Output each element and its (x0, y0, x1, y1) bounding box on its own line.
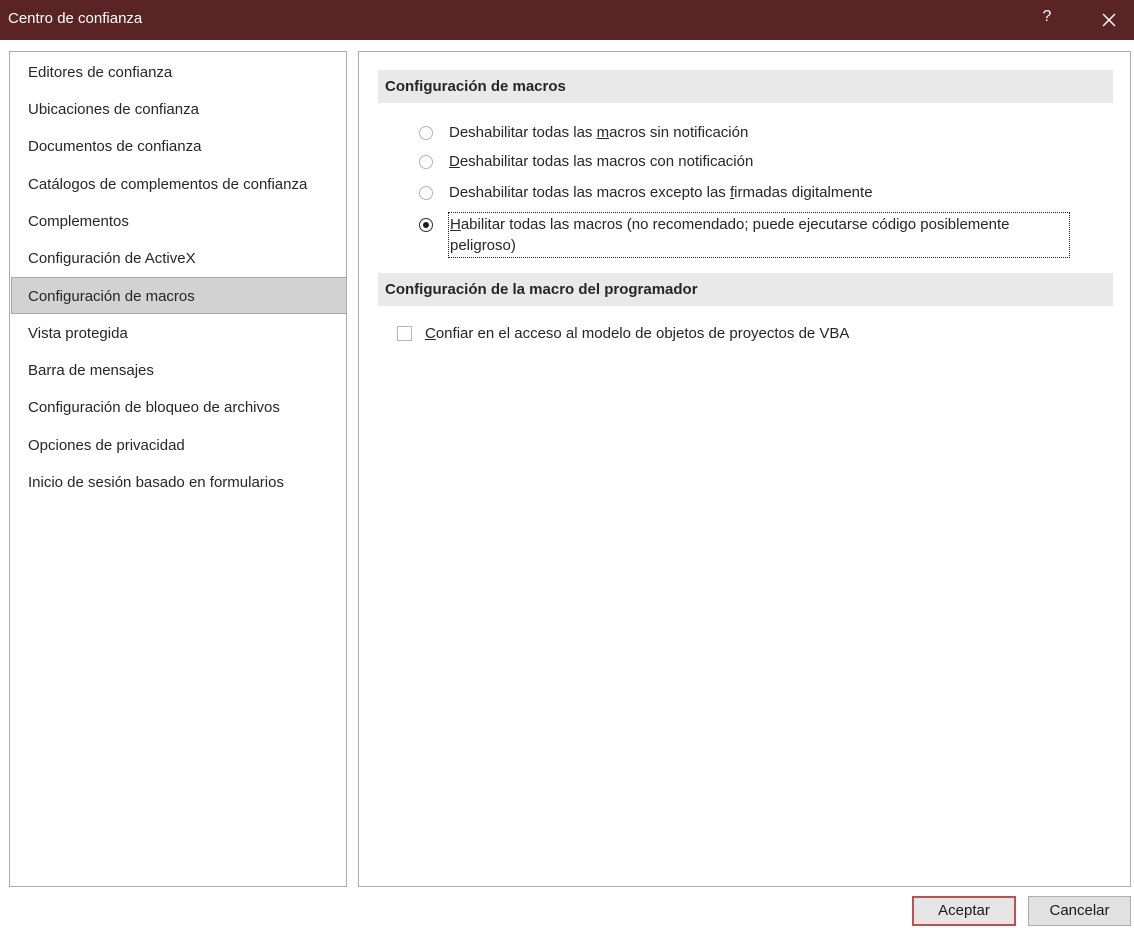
nav-item-editores[interactable]: Editores de confianza (11, 54, 347, 91)
nav-item-barra-mensajes[interactable]: Barra de mensajes (11, 352, 347, 389)
help-button[interactable]: ? (1037, 8, 1057, 30)
developer-settings-header: Configuración de la macro del programado… (378, 273, 1113, 306)
nav-item-vista-protegida[interactable]: Vista protegida (11, 315, 347, 352)
radio-label: Deshabilitar todas las macros con notifi… (449, 153, 754, 170)
nav-item-activex[interactable]: Configuración de ActiveX (11, 240, 347, 277)
ok-button[interactable]: Aceptar (912, 896, 1016, 926)
close-button[interactable] (1095, 6, 1123, 34)
nav-item-documentos[interactable]: Documentos de confianza (11, 128, 347, 165)
nav-item-ubicaciones[interactable]: Ubicaciones de confianza (11, 91, 347, 128)
checkbox[interactable] (397, 326, 412, 341)
radio-button-selected[interactable] (419, 218, 433, 232)
radio-label: Deshabilitar todas las macros sin notifi… (449, 124, 749, 141)
radio-label: Deshabilitar todas las macros excepto la… (449, 184, 873, 201)
checkbox-label: Confiar en el acceso al modelo de objeto… (425, 325, 850, 342)
nav-item-complementos[interactable]: Complementos (11, 203, 347, 240)
nav-item-macros[interactable]: Configuración de macros (11, 277, 347, 314)
window-title: Centro de confianza (8, 10, 143, 27)
cancel-button[interactable]: Cancelar (1028, 896, 1131, 926)
radio-button[interactable] (419, 155, 433, 169)
category-nav: Editores de confianza Ubicaciones de con… (9, 51, 347, 887)
radio-label: Habilitar todas las macros (no recomenda… (448, 212, 1070, 258)
close-icon (1102, 13, 1116, 27)
settings-panel: Configuración de macros Deshabilitar tod… (358, 51, 1131, 887)
nav-item-inicio-sesion[interactable]: Inicio de sesión basado en formularios (11, 464, 347, 501)
macro-settings-header: Configuración de macros (378, 70, 1113, 103)
nav-item-catalogos[interactable]: Catálogos de complementos de confianza (11, 166, 347, 203)
title-bar: Centro de confianza ? (0, 0, 1134, 40)
nav-item-bloqueo-archivos[interactable]: Configuración de bloqueo de archivos (11, 389, 347, 426)
radio-button[interactable] (419, 186, 433, 200)
radio-button[interactable] (419, 126, 433, 140)
nav-item-privacidad[interactable]: Opciones de privacidad (11, 427, 347, 464)
